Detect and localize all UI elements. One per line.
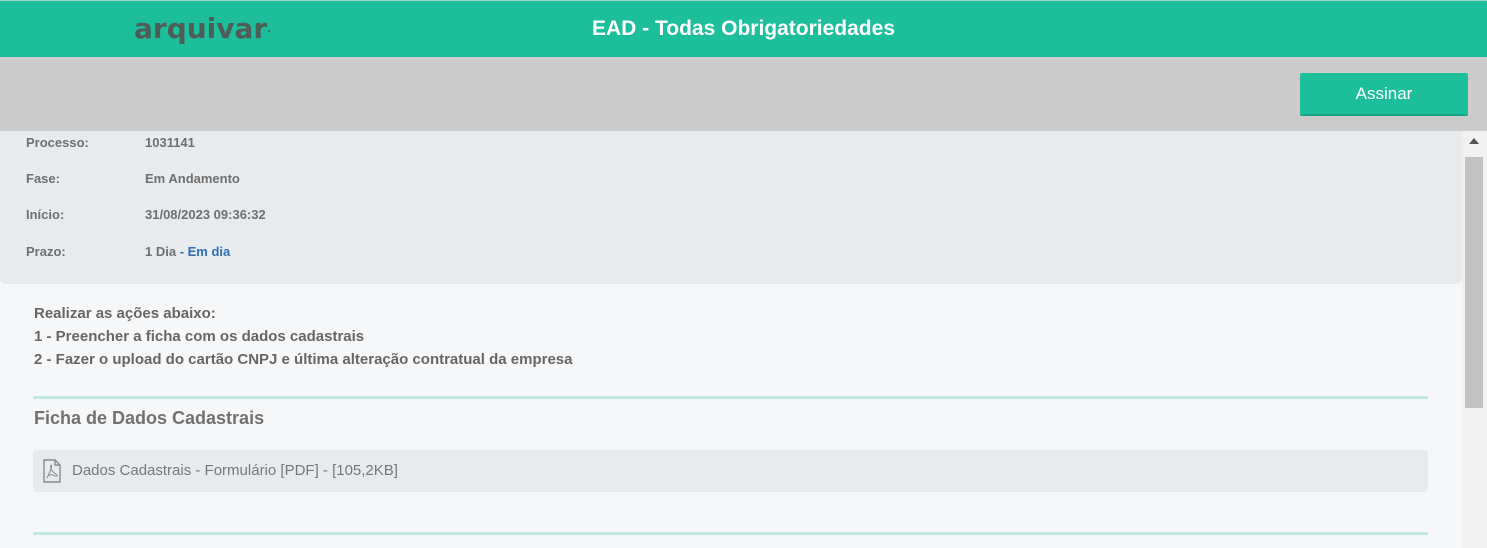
section-divider-bottom bbox=[33, 532, 1428, 535]
process-info-panel: Processo: 1031141 Fase: Em Andamento Iní… bbox=[0, 131, 1462, 284]
instruction-step-1: 1 - Preencher a ficha com os dados cadas… bbox=[34, 328, 365, 345]
file-link[interactable]: Dados Cadastrais - Formulário [PDF] - [1… bbox=[72, 462, 398, 479]
section-divider bbox=[33, 396, 1428, 399]
processo-value: 1031141 bbox=[145, 135, 195, 150]
inicio-label: Início: bbox=[26, 207, 65, 222]
prazo-status: Em dia bbox=[187, 244, 231, 259]
scroll-thumb[interactable] bbox=[1465, 157, 1483, 408]
app-header: arquivar. EAD - Todas Obrigatoriedades bbox=[0, 0, 1487, 57]
fase-label: Fase: bbox=[26, 171, 60, 186]
action-toolbar: Assinar bbox=[0, 57, 1487, 131]
fase-value: Em Andamento bbox=[145, 171, 240, 186]
instruction-step-2: 2 - Fazer o upload do cartão CNPJ e últi… bbox=[34, 351, 573, 368]
prazo-value-group: 1 Dia - Em dia bbox=[145, 244, 230, 259]
sign-button[interactable]: Assinar bbox=[1300, 73, 1468, 116]
inicio-value: 31/08/2023 09:36:32 bbox=[145, 207, 266, 222]
scroll-up-arrow-icon[interactable] bbox=[1469, 138, 1479, 144]
page-title: EAD - Todas Obrigatoriedades bbox=[592, 17, 895, 40]
section-title: Ficha de Dados Cadastrais bbox=[34, 408, 265, 428]
vertical-scrollbar[interactable] bbox=[1462, 131, 1487, 548]
prazo-separator: - bbox=[176, 244, 188, 259]
prazo-label: Prazo: bbox=[26, 244, 66, 259]
instructions-heading: Realizar as ações abaixo: bbox=[34, 305, 216, 322]
pdf-file-icon bbox=[43, 459, 61, 483]
content-scroll-area: Processo: 1031141 Fase: Em Andamento Iní… bbox=[0, 131, 1487, 548]
processo-label: Processo: bbox=[26, 135, 89, 150]
task-body: Realizar as ações abaixo: 1 - Preencher … bbox=[0, 284, 1462, 548]
prazo-value: 1 Dia bbox=[145, 244, 177, 259]
file-attachment-row[interactable]: Dados Cadastrais - Formulário [PDF] - [1… bbox=[33, 450, 1428, 492]
